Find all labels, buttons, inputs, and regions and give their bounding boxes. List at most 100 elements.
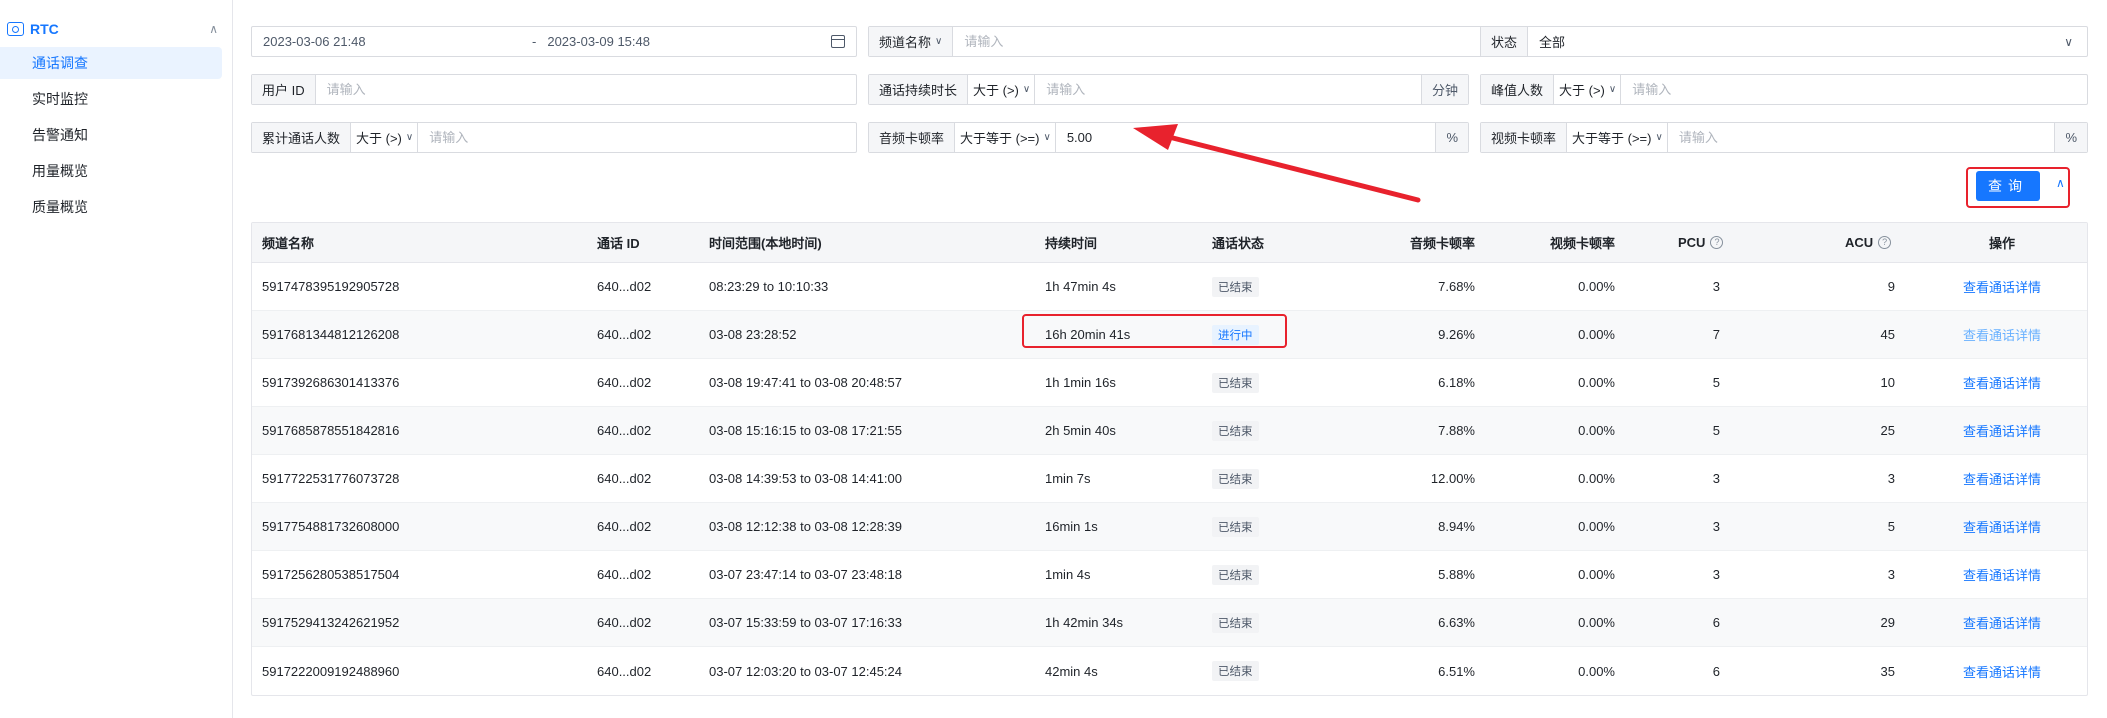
audio-freeze-unit: %	[1435, 123, 1468, 152]
cell-action: 查看通话详情	[1942, 551, 2062, 598]
cell-channel: 5917722531776073728	[262, 471, 400, 486]
cell-audio-freeze: 6.51%	[1438, 663, 1475, 679]
channel-name-select[interactable]: 频道名称 ∨	[869, 27, 954, 56]
query-button[interactable]: 查询	[1976, 171, 2040, 201]
audio-freeze-input[interactable]	[1055, 123, 1436, 152]
channel-name-input[interactable]	[953, 27, 1509, 56]
peak-users-operator: 大于 (>)	[1559, 83, 1605, 98]
view-call-details-link[interactable]: 查看通话详情	[1963, 469, 2041, 488]
cell-call-id: 640...d02	[597, 519, 652, 534]
sidebar-section-rtc[interactable]: RTC ∧	[0, 15, 232, 43]
view-call-details-link[interactable]: 查看通话详情	[1963, 373, 2041, 392]
cell-action: 查看通话详情	[1942, 407, 2062, 454]
channel-name-filter: 频道名称 ∨	[868, 26, 1510, 57]
table-row: 5917754881732608000 640...d02 03-08 12:12:…	[252, 503, 2087, 551]
cell-status: 已结束	[1212, 455, 1259, 502]
view-call-details-link[interactable]: 查看通话详情	[1963, 421, 2041, 440]
cell-pcu: 7	[1712, 327, 1720, 342]
cell-time-range: 03-07 23:47:14 to 03-07 23:48:18	[709, 567, 902, 582]
peak-users-operator-select[interactable]: 大于 (>) ∨	[1554, 75, 1622, 104]
audio-freeze-operator-select[interactable]: 大于等于 (>=) ∨	[955, 123, 1056, 152]
acu-label: ACU	[1845, 235, 1874, 250]
cell-channel: 5917685878551842816	[262, 423, 400, 438]
cell-video-freeze: 0.00%	[1578, 567, 1615, 582]
header-call-id: 通话 ID	[597, 236, 640, 251]
total-users-input[interactable]	[418, 123, 856, 152]
total-users-operator-select[interactable]: 大于 (>) ∨	[351, 123, 419, 152]
video-freeze-operator-select[interactable]: 大于等于 (>=) ∨	[1567, 123, 1668, 152]
cell-time-range: 03-08 19:47:41 to 03-08 20:48:57	[709, 375, 902, 390]
status-badge: 已结束	[1212, 420, 1259, 441]
sidebar-item-alerts[interactable]: 告警通知	[0, 119, 222, 151]
audio-freeze-filter: 音频卡顿率 大于等于 (>=)∨ %	[868, 122, 1469, 153]
cell-audio-freeze: 7.88%	[1438, 423, 1475, 438]
view-call-details-link[interactable]: 查看通话详情	[1963, 662, 2041, 681]
view-call-details-link[interactable]: 查看通话详情	[1963, 325, 2041, 344]
cell-action: 查看通话详情	[1942, 263, 2062, 310]
cell-action: 查看通话详情	[1942, 455, 2062, 502]
pcu-label: PCU	[1678, 235, 1706, 250]
cell-duration: 16min 1s	[1045, 519, 1098, 534]
cell-channel: 5917392686301413376	[262, 375, 400, 390]
sidebar-item-call-investigation[interactable]: 通话调查	[0, 47, 222, 79]
sidebar-item-quality[interactable]: 质量概览	[0, 191, 222, 223]
sidebar-item-usage[interactable]: 用量概览	[0, 155, 222, 187]
duration-filter: 通话持续时长 大于 (>)∨ 分钟	[868, 74, 1469, 105]
view-call-details-link[interactable]: 查看通话详情	[1963, 517, 2041, 536]
duration-input[interactable]	[1035, 75, 1421, 104]
cell-channel: 5917222009192488960	[262, 663, 400, 679]
chevron-down-icon: ∨	[1022, 84, 1031, 95]
status-badge: 已结束	[1212, 564, 1259, 585]
cell-pcu: 5	[1712, 375, 1720, 390]
duration-label: 通话持续时长	[869, 75, 969, 104]
video-freeze-operator: 大于等于 (>=)	[1572, 131, 1652, 146]
collapse-icon[interactable]: ∧	[2056, 176, 2065, 190]
view-call-details-link[interactable]: 查看通话详情	[1963, 613, 2041, 632]
calendar-icon[interactable]	[831, 35, 845, 48]
header-audio-freeze: 音频卡顿率	[1409, 236, 1475, 251]
user-id-input[interactable]	[315, 75, 856, 104]
peak-users-filter: 峰值人数 大于 (>) ∨	[1480, 74, 2088, 105]
chevron-down-icon: ∨	[935, 36, 943, 47]
date-range-picker[interactable]: 2023-03-06 21:48 - 2023-03-09 15:48	[251, 26, 857, 57]
cell-acu: 5	[1887, 519, 1895, 534]
cell-call-id: 640...d02	[597, 567, 652, 582]
cell-channel: 5917256280538517504	[262, 567, 400, 582]
table-row: 5917529413242621952 640...d02 03-07 15:33:…	[252, 599, 2087, 647]
rtc-icon	[7, 22, 24, 36]
cell-audio-freeze: 7.68%	[1438, 279, 1475, 294]
user-id-filter: 用户 ID	[251, 74, 857, 105]
cell-video-freeze: 0.00%	[1578, 615, 1615, 630]
cell-time-range: 03-08 15:16:15 to 03-08 17:21:55	[709, 423, 902, 438]
status-select-value[interactable]: 全部	[1528, 27, 1576, 56]
table-row: 5917256280538517504 640...d02 03-07 23:47:…	[252, 551, 2087, 599]
cell-action: 查看通话详情	[1942, 311, 2062, 358]
cell-video-freeze: 0.00%	[1578, 423, 1615, 438]
help-icon[interactable]: ?	[1878, 236, 1892, 249]
peak-users-input[interactable]	[1621, 75, 2087, 104]
view-call-details-link[interactable]: 查看通话详情	[1963, 565, 2041, 584]
date-end[interactable]: 2023-03-09 15:48	[536, 27, 661, 56]
cell-video-freeze: 0.00%	[1578, 663, 1615, 679]
video-freeze-label: 视频卡顿率	[1481, 123, 1568, 152]
sidebar-item-realtime-monitor[interactable]: 实时监控	[0, 83, 222, 115]
cell-channel: 5917478395192905728	[262, 279, 400, 294]
chevron-down-icon: ∨	[1043, 132, 1051, 143]
cell-video-freeze: 0.00%	[1578, 375, 1615, 390]
chevron-down-icon[interactable]: ∨	[2050, 27, 2087, 56]
status-badge: 已结束	[1212, 276, 1259, 297]
cell-time-range: 03-08 12:12:38 to 03-08 12:28:39	[709, 519, 902, 534]
cell-action: 查看通话详情	[1942, 503, 2062, 550]
date-start[interactable]: 2023-03-06 21:48	[252, 27, 532, 56]
view-call-details-link[interactable]: 查看通话详情	[1963, 277, 2041, 296]
duration-operator-select[interactable]: 大于 (>) ∨	[968, 75, 1036, 104]
cell-duration: 1min 7s	[1045, 471, 1091, 486]
video-freeze-input[interactable]	[1667, 123, 2055, 152]
chevron-up-icon[interactable]: ∧	[209, 22, 218, 36]
help-icon[interactable]: ?	[1710, 236, 1724, 249]
cell-acu: 10	[1880, 375, 1895, 390]
table-header: 频道名称 通话 ID 时间范围(本地时间) 持续时间 通话状态 音频卡顿率 视频…	[252, 223, 2087, 263]
cell-audio-freeze: 6.18%	[1438, 375, 1475, 390]
status-badge: 已结束	[1212, 661, 1259, 681]
cell-duration: 42min 4s	[1045, 663, 1098, 679]
